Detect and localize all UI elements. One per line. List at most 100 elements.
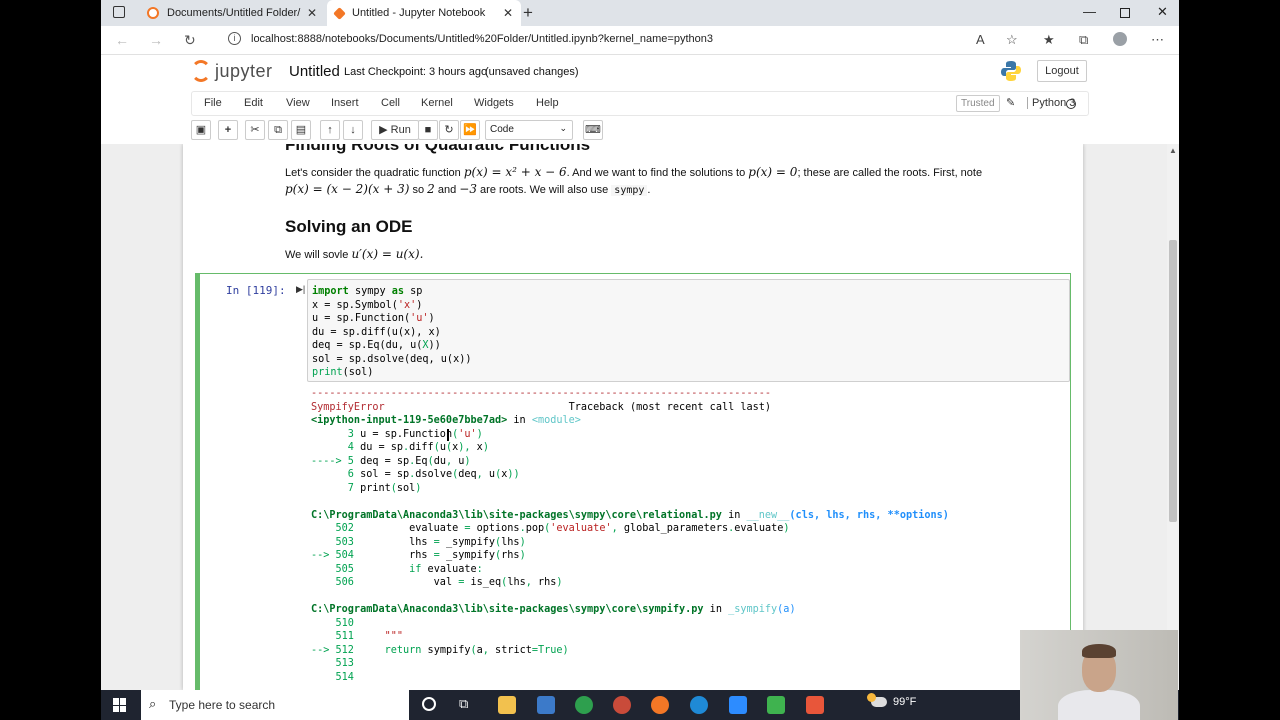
add-favorite-icon[interactable]: ☆ (1006, 32, 1018, 48)
favorites-icon[interactable]: ★ (1043, 32, 1055, 48)
menu-edit[interactable]: Edit (244, 97, 263, 109)
read-aloud-icon[interactable]: A (976, 32, 985, 47)
restart-run-all-icon[interactable]: ⏩ (460, 120, 480, 140)
move-down-icon[interactable]: ↓ (343, 120, 363, 140)
cell-prompt: In [119]: (226, 284, 286, 297)
scroll-up-icon[interactable]: ▲ (1169, 146, 1177, 155)
jupyter-header: jupyter Untitled Last Checkpoint: 3 hour… (101, 56, 1179, 88)
file-explorer-icon[interactable] (498, 696, 516, 714)
tab-untitled[interactable]: Untitled - Jupyter Notebook ✕ (327, 0, 521, 26)
scrollbar-thumb[interactable] (1169, 240, 1177, 522)
forward-icon[interactable]: → (149, 32, 163, 48)
menu-widgets[interactable]: Widgets (474, 97, 514, 109)
jupyter-favicon-icon (333, 6, 346, 20)
recorder-icon[interactable] (806, 696, 824, 714)
logout-button[interactable]: Logout (1037, 60, 1087, 82)
text-cursor (447, 429, 449, 441)
inline-code: sympy (611, 185, 648, 196)
code-source[interactable]: import sympy as sp x = sp.Symbol('x') u … (312, 285, 471, 380)
back-icon[interactable]: ← (115, 32, 129, 48)
code-editor[interactable]: import sympy as sp x = sp.Symbol('x') u … (307, 279, 1070, 382)
windows-taskbar: ⌕ Type here to search ⧉ 99°F (101, 690, 1179, 720)
zoom-icon[interactable] (729, 696, 747, 714)
autosave-status: (unsaved changes) (485, 66, 579, 78)
heading-solving-ode: Solving an ODE (285, 217, 413, 236)
edge-icon[interactable] (690, 696, 708, 714)
menu-kernel[interactable]: Kernel (421, 97, 453, 109)
tab-documents[interactable]: Documents/Untitled Folder/ ✕ (139, 0, 325, 26)
jupyter-logo[interactable]: jupyter (191, 60, 273, 82)
chrome-icon[interactable] (575, 696, 593, 714)
chevron-down-icon: ⌄ (559, 123, 567, 133)
cell-type-value: Code (490, 124, 514, 135)
cortana-icon[interactable] (422, 697, 436, 711)
page-scrollbar[interactable]: ▲ (1167, 144, 1179, 690)
math: −3 (459, 182, 477, 196)
tab-actions-icon[interactable] (113, 6, 125, 18)
markdown-paragraph-ode: We will sovle u′(x) = u(x). (285, 246, 423, 263)
run-button[interactable]: ▶ Run (371, 120, 419, 140)
minimize-icon[interactable]: — (1083, 4, 1096, 19)
jupyter-favicon-icon (147, 7, 159, 19)
menu-file[interactable]: File (204, 97, 222, 109)
save-icon[interactable]: ▣ (191, 120, 211, 140)
math: p(x) = (x − 2)(x + 3) (285, 182, 410, 196)
kernel-idle-icon (1066, 99, 1076, 109)
restore-icon[interactable] (1120, 8, 1130, 18)
site-info-icon[interactable]: i (228, 32, 241, 45)
code-cell-selected[interactable]: In [119]: ▶| import sympy as sp x = sp.S… (195, 273, 1071, 690)
webcam-overlay (1020, 630, 1178, 720)
close-window-icon[interactable]: ✕ (1157, 4, 1168, 20)
run-icon: ▶ (379, 124, 388, 136)
paste-icon[interactable]: ▤ (291, 120, 311, 140)
text: are roots. We will also use (480, 184, 609, 196)
run-cell-icon[interactable]: ▶| (296, 284, 305, 295)
url-field[interactable]: localhost:8888/notebooks/Documents/Untit… (251, 33, 713, 45)
camtasia-icon[interactable] (767, 696, 785, 714)
windows-start-icon[interactable] (113, 698, 127, 712)
interrupt-icon[interactable]: ■ (418, 120, 438, 140)
chrome-profile-icon[interactable] (613, 696, 631, 714)
store-icon[interactable] (537, 696, 555, 714)
checkpoint-status: Last Checkpoint: 3 hours ago (344, 66, 488, 78)
menu-bar: File Edit View Insert Cell Kernel Widget… (191, 91, 1089, 116)
restart-icon[interactable]: ↻ (439, 120, 459, 140)
jupyter-wordmark: jupyter (215, 60, 273, 81)
weather-temp: 99°F (893, 696, 917, 708)
move-up-icon[interactable]: ↑ (320, 120, 340, 140)
insert-cell-icon[interactable]: + (218, 120, 238, 140)
weather-icon (867, 693, 887, 707)
notebook-title[interactable]: Untitled (289, 63, 340, 80)
new-tab-button[interactable]: + (523, 3, 533, 23)
text: . (647, 184, 651, 196)
jupyter-icon[interactable] (651, 696, 669, 714)
text: so (412, 184, 425, 196)
close-tab-icon[interactable]: ✕ (307, 6, 317, 20)
close-tab-icon[interactable]: ✕ (503, 6, 513, 20)
task-view-icon[interactable]: ⧉ (459, 696, 468, 712)
cut-icon[interactable]: ✂ (245, 120, 265, 140)
more-menu-icon[interactable]: ⋯ (1151, 32, 1164, 48)
menu-help[interactable]: Help (536, 97, 559, 109)
cell-type-select[interactable]: Code ⌄ (485, 120, 573, 140)
menu-view[interactable]: View (286, 97, 310, 109)
copy-icon[interactable]: ⧉ (268, 120, 288, 140)
heading-finding-roots: Finding Roots of Quadratic Functions (285, 144, 591, 154)
collections-icon[interactable]: ⧉ (1079, 32, 1088, 48)
profile-icon[interactable] (1113, 32, 1127, 46)
refresh-icon[interactable]: ↻ (184, 32, 196, 49)
trusted-indicator[interactable]: Trusted (956, 95, 1000, 112)
address-bar-row: ← → ↻ i localhost:8888/notebooks/Documen… (101, 26, 1179, 55)
math: p(x) = x² + x − 6 (463, 165, 567, 179)
menu-insert[interactable]: Insert (331, 97, 359, 109)
menu-cell[interactable]: Cell (381, 97, 400, 109)
text: and (437, 184, 457, 196)
weather-widget[interactable]: 99°F (867, 693, 917, 708)
browser-window: Documents/Untitled Folder/ ✕ Untitled - … (101, 0, 1179, 720)
jupyter-logo-icon (191, 60, 211, 82)
traceback-output: ----------------------------------------… (311, 388, 949, 683)
tab-bar: Documents/Untitled Folder/ ✕ Untitled - … (101, 0, 1179, 26)
command-palette-icon[interactable]: ⌨ (583, 120, 603, 140)
edit-mode-icon: ✎ (1006, 97, 1016, 109)
taskbar-search[interactable]: ⌕ Type here to search (141, 690, 409, 720)
